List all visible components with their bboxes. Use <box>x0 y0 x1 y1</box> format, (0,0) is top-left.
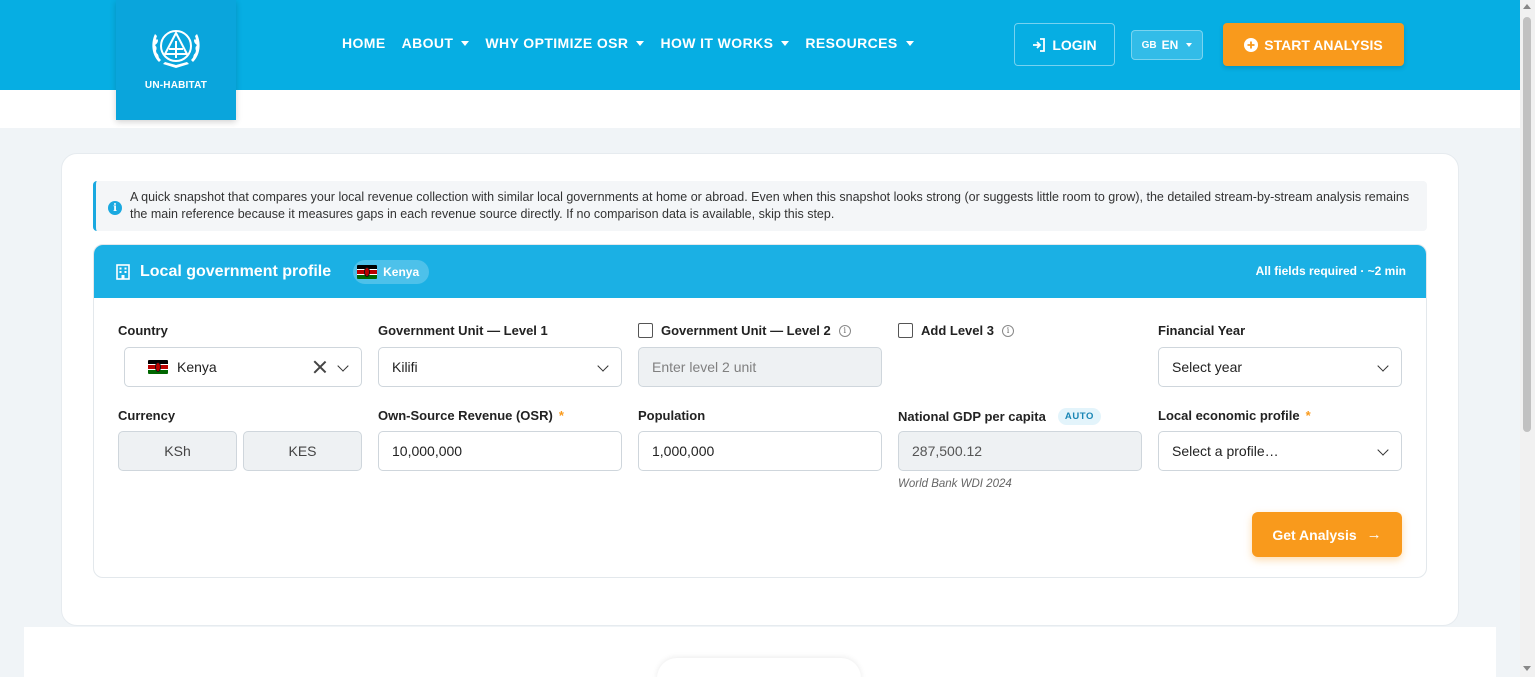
login-label: LOGIN <box>1052 36 1097 53</box>
arrow-right-icon: → <box>1366 526 1382 543</box>
main-nav: HOME ABOUT WHY OPTIMIZE OSR HOW IT WORKS… <box>342 35 930 51</box>
info-tooltip-icon[interactable]: i <box>1001 324 1014 337</box>
country-value: Kenya <box>177 359 217 375</box>
get-analysis-label: Get Analysis <box>1272 526 1357 543</box>
scroll-up-arrow-icon[interactable] <box>1523 4 1531 9</box>
clear-icon[interactable] <box>313 360 327 374</box>
info-tooltip-icon[interactable]: i <box>838 324 851 337</box>
start-analysis-button[interactable]: START ANALYSIS <box>1223 23 1404 66</box>
gdp-label: National GDP per capita AUTO <box>898 408 1102 425</box>
gdp-input: 287,500.12 <box>898 431 1142 471</box>
logo-text: UN-HABITAT <box>144 80 208 91</box>
login-button[interactable]: LOGIN <box>1014 23 1115 66</box>
caret-down-icon <box>905 40 914 46</box>
chevron-down-icon <box>1377 444 1389 456</box>
language-selector[interactable]: GB EN <box>1131 30 1203 60</box>
nav-label: ABOUT <box>401 35 454 51</box>
osr-value: 10,000,000 <box>392 443 463 459</box>
nav-label: HOME <box>342 35 386 51</box>
caret-down-icon <box>1186 43 1193 47</box>
country-label: Country <box>118 323 168 338</box>
level1-label: Government Unit — Level 1 <box>378 323 548 338</box>
economic-profile-placeholder: Select a profile… <box>1172 443 1279 459</box>
nav-item-resources[interactable]: RESOURCES <box>805 35 914 51</box>
level2-checkbox[interactable] <box>638 323 653 338</box>
nav-item-why-optimize-osr[interactable]: WHY OPTIMIZE OSR <box>485 35 645 51</box>
financial-year-placeholder: Select year <box>1172 359 1243 375</box>
nav-label: WHY OPTIMIZE OSR <box>485 35 629 51</box>
chevron-down-icon <box>337 360 349 372</box>
nav-item-about[interactable]: ABOUT <box>402 35 470 51</box>
plus-circle-icon <box>1244 37 1259 52</box>
level3-label: Add Level 3 i <box>898 323 1014 338</box>
financial-year-select[interactable]: Select year <box>1158 347 1402 387</box>
info-text: A quick snapshot that compares your loca… <box>130 190 1410 221</box>
nav-label: HOW IT WORKS <box>660 35 774 51</box>
kenya-flag-icon <box>357 264 378 279</box>
un-emblem-icon <box>152 30 200 68</box>
population-value: 1,000,000 <box>652 443 715 459</box>
chevron-down-icon <box>597 360 609 372</box>
financial-year-label: Financial Year <box>1158 323 1246 338</box>
sign-in-icon <box>1033 37 1046 52</box>
building-icon <box>116 263 130 280</box>
level1-value: Kilifi <box>392 359 418 375</box>
nav-item-home[interactable]: HOME <box>342 35 386 51</box>
info-icon: i <box>108 201 122 215</box>
info-banner: i A quick snapshot that compares your lo… <box>93 181 1427 231</box>
required-mark: * <box>1305 408 1311 423</box>
required-mark: * <box>558 408 564 423</box>
level3-checkbox[interactable] <box>898 323 913 338</box>
un-habitat-logo[interactable]: UN-HABITAT <box>116 0 236 120</box>
nav-label: RESOURCES <box>805 35 898 51</box>
economic-profile-label: Local economic profile * <box>1158 408 1311 423</box>
osr-input[interactable]: 10,000,000 <box>378 431 622 471</box>
country-chip: Kenya <box>353 259 430 284</box>
caret-down-icon <box>636 40 645 46</box>
panel-note: All fields required · ~2 min <box>1255 264 1406 278</box>
country-chip-label: Kenya <box>383 264 420 279</box>
caret-down-icon <box>461 40 470 46</box>
level2-placeholder: Enter level 2 unit <box>652 359 757 375</box>
currency-code: KES <box>243 431 362 471</box>
level1-select[interactable]: Kilifi <box>378 347 622 387</box>
country-select[interactable]: Kenya <box>124 347 362 387</box>
gdp-value: 287,500.12 <box>912 443 983 459</box>
osr-label: Own-Source Revenue (OSR) * <box>378 408 564 423</box>
gdp-source: World Bank WDI 2024 <box>898 478 1012 490</box>
caret-down-icon <box>781 40 790 46</box>
language-code: EN <box>1161 38 1179 52</box>
panel-title: Local government profile <box>140 262 332 280</box>
auto-badge: AUTO <box>1057 408 1102 425</box>
get-analysis-button[interactable]: Get Analysis → <box>1252 512 1402 557</box>
panel-header: Local government profile Kenya All field… <box>94 245 1426 298</box>
start-analysis-label: START ANALYSIS <box>1264 36 1383 53</box>
kenya-flag-icon <box>148 360 168 374</box>
population-input[interactable]: 1,000,000 <box>638 431 882 471</box>
currency-symbol: KSh <box>118 431 237 471</box>
scrollbar-thumb[interactable] <box>1523 17 1531 432</box>
level2-label: Government Unit — Level 2 i <box>638 323 851 338</box>
level2-input[interactable]: Enter level 2 unit <box>638 347 882 387</box>
chevron-down-icon <box>1377 360 1389 372</box>
section-tab-pill <box>657 658 861 677</box>
population-label: Population <box>638 408 706 423</box>
currency-label: Currency <box>118 408 176 423</box>
nav-item-how-it-works[interactable]: HOW IT WORKS <box>660 35 790 51</box>
economic-profile-select[interactable]: Select a profile… <box>1158 431 1402 471</box>
gb-flag-icon: GB <box>1141 39 1157 51</box>
scroll-down-arrow-icon[interactable] <box>1523 666 1531 671</box>
